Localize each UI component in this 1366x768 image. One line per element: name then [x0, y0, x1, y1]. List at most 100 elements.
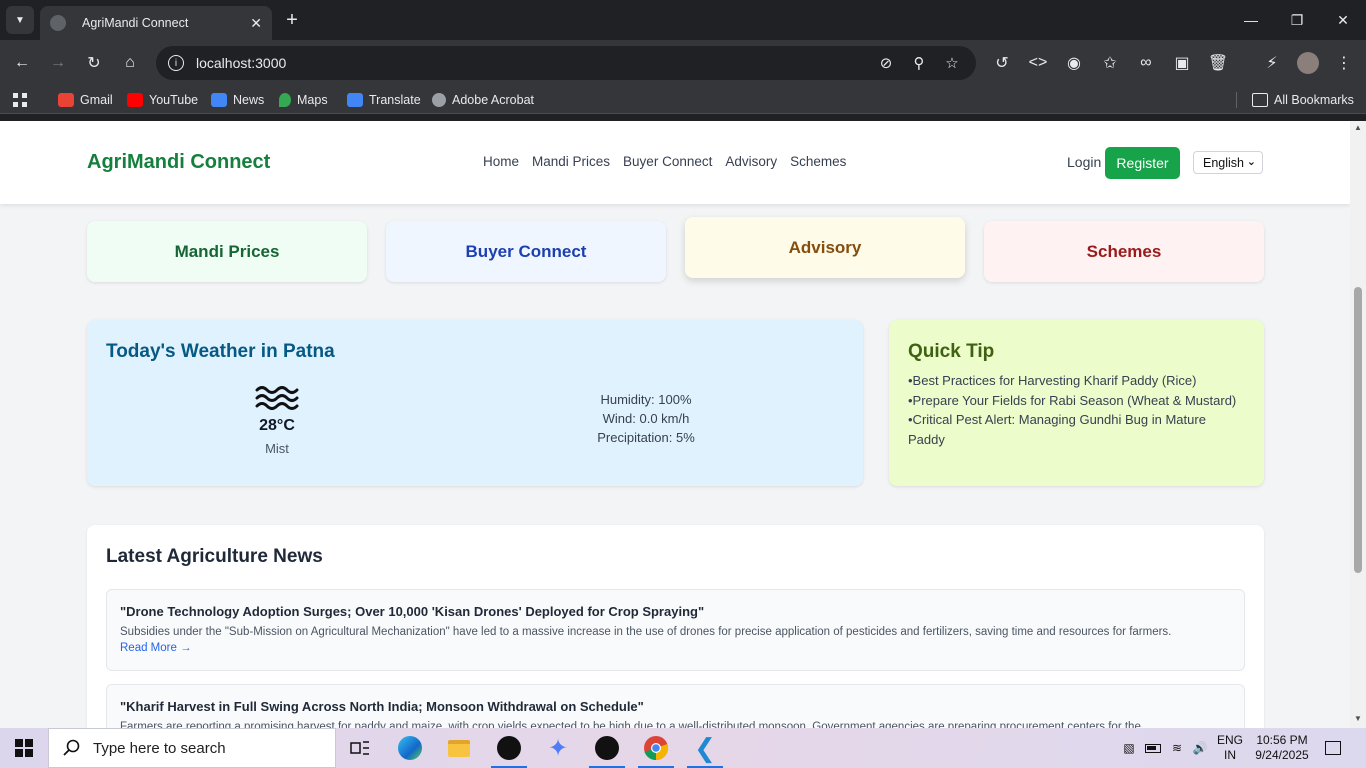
card-schemes[interactable]: Schemes: [984, 221, 1264, 282]
news-summary: Subsidies under the "Sub-Mission on Agri…: [120, 626, 1172, 638]
gemini-icon[interactable]: ✦: [534, 728, 582, 768]
bookmark-youtube[interactable]: YouTube: [127, 91, 198, 109]
task-view-icon[interactable]: [336, 728, 384, 768]
tip-item: •Prepare Your Fields for Rabi Season (Wh…: [908, 392, 1237, 408]
chatgpt-icon[interactable]: [485, 728, 533, 768]
news-icon: [211, 93, 227, 107]
incognito-icon[interactable]: ◉: [1060, 49, 1088, 77]
card-advisory[interactable]: Advisory: [685, 217, 965, 278]
taskbar: Type here to search ✦ ❮ ▧ ≋ 🔊 ENG IN 10:…: [0, 728, 1366, 768]
clock[interactable]: 10:56 PM 9/24/2025: [1252, 728, 1312, 768]
language-select[interactable]: English ⌄: [1193, 151, 1263, 174]
tab-title: AgriMandi Connect: [82, 16, 189, 30]
meet-now-icon[interactable]: ▧: [1118, 728, 1140, 768]
page-scrollbar[interactable]: ▲ ▼: [1350, 121, 1366, 728]
nav-schemes[interactable]: Schemes: [790, 154, 846, 169]
favorites-icon[interactable]: ✩: [1096, 49, 1124, 77]
chevron-down-icon: ▼: [15, 14, 25, 26]
bookmark-news[interactable]: News: [211, 91, 264, 109]
link-icon[interactable]: ∞: [1132, 49, 1160, 77]
bookmark-translate[interactable]: Translate: [347, 91, 421, 109]
tab-search-button[interactable]: ▼: [6, 6, 34, 34]
quick-tip-card: Quick Tip •Best Practices for Harvesting…: [889, 320, 1264, 486]
bookmarks-bar: Gmail YouTube News Maps Translate Adobe …: [0, 86, 1366, 114]
folder-icon: [1252, 93, 1268, 107]
quick-tip-title: Quick Tip: [908, 341, 995, 362]
taskbar-search[interactable]: Type here to search: [48, 728, 336, 768]
quick-tip-list: •Best Practices for Harvesting Kharif Pa…: [908, 371, 1238, 449]
brand-logo[interactable]: AgriMandi Connect: [87, 151, 270, 174]
volume-icon[interactable]: 🔊: [1189, 728, 1211, 768]
forward-icon[interactable]: →: [44, 49, 72, 77]
browser-tab[interactable]: AgriMandi Connect ✕: [40, 6, 272, 40]
apps-icon[interactable]: [12, 91, 28, 109]
register-button[interactable]: Register: [1105, 147, 1180, 179]
time: 10:56 PM: [1256, 733, 1308, 747]
news-item: "Kharif Harvest in Full Swing Across Nor…: [106, 684, 1245, 728]
nav-mandi-prices[interactable]: Mandi Prices: [532, 154, 610, 169]
humidity: Humidity: 100%: [600, 392, 692, 407]
gmail-icon: [58, 93, 74, 107]
github-icon[interactable]: [583, 728, 631, 768]
globe-icon: [432, 93, 446, 107]
tracking-off-icon[interactable]: ⊘: [876, 53, 896, 73]
windows-start-icon[interactable]: [0, 728, 48, 768]
bookmark-gmail[interactable]: Gmail: [58, 91, 113, 109]
mist-icon: [255, 386, 299, 410]
translate-icon: [347, 93, 363, 107]
vscode-icon[interactable]: ❮: [681, 728, 729, 768]
weather-card: Today's Weather in Patna 28°C Mist Humid…: [87, 320, 863, 486]
window-close-button[interactable]: ✕: [1320, 0, 1366, 40]
maps-icon: [279, 93, 291, 107]
date: 9/24/2025: [1255, 748, 1309, 762]
reload-icon[interactable]: ↻: [80, 49, 108, 77]
scrollbar-thumb[interactable]: [1354, 287, 1362, 573]
history-icon[interactable]: ↺: [988, 49, 1016, 77]
all-bookmarks-button[interactable]: All Bookmarks: [1252, 91, 1354, 109]
wind: Wind: 0.0 km/h: [602, 411, 690, 426]
battery-icon[interactable]: [1142, 728, 1164, 768]
home-icon[interactable]: ⌂: [116, 49, 144, 77]
site-info-icon[interactable]: i: [168, 55, 184, 71]
file-explorer-icon[interactable]: [435, 728, 483, 768]
news-title: Latest Agriculture News: [106, 546, 323, 567]
close-icon[interactable]: ✕: [250, 15, 262, 32]
performance-icon[interactable]: ⚡: [1258, 49, 1286, 77]
back-icon[interactable]: ←: [8, 49, 36, 77]
login-link[interactable]: Login: [1067, 154, 1101, 170]
bookmark-adobe-acrobat[interactable]: Adobe Acrobat: [432, 91, 534, 109]
notifications-icon[interactable]: [1320, 728, 1346, 768]
nav-advisory[interactable]: Advisory: [725, 154, 777, 169]
bookmark-maps[interactable]: Maps: [279, 91, 328, 109]
profile-avatar[interactable]: [1294, 49, 1322, 77]
restore-button[interactable]: ❐: [1274, 0, 1320, 40]
site-header: AgriMandi Connect Home Mandi Prices Buye…: [0, 121, 1350, 204]
new-tab-button[interactable]: +: [280, 8, 304, 32]
card-mandi-prices[interactable]: Mandi Prices: [87, 221, 367, 282]
wifi-icon[interactable]: ≋: [1166, 728, 1188, 768]
read-more-link[interactable]: Read More →: [120, 642, 1231, 654]
weather-stats: Humidity: 100% Wind: 0.0 km/h Precipitat…: [546, 390, 746, 447]
star-icon[interactable]: ☆: [942, 53, 962, 73]
chrome-icon[interactable]: [632, 728, 680, 768]
edge-icon[interactable]: [386, 728, 434, 768]
nav-home[interactable]: Home: [483, 154, 519, 169]
divider: [1236, 92, 1237, 108]
browser-tab-strip: ▼ AgriMandi Connect ✕ + — ❐ ✕: [0, 0, 1366, 40]
address-bar[interactable]: i localhost:3000 ⊘ ⚲ ☆: [156, 46, 976, 80]
page-viewport: AgriMandi Connect Home Mandi Prices Buye…: [0, 121, 1350, 728]
main-nav: Home Mandi Prices Buyer Connect Advisory…: [483, 154, 846, 169]
language-indicator[interactable]: ENG IN: [1212, 728, 1248, 768]
scroll-down-icon[interactable]: ▼: [1353, 714, 1363, 723]
trash-icon[interactable]: 🗑: [1204, 49, 1232, 77]
language-value: English: [1203, 155, 1244, 170]
menu-icon[interactable]: ⋮: [1330, 49, 1358, 77]
minimize-button[interactable]: —: [1228, 0, 1274, 40]
scroll-up-icon[interactable]: ▲: [1353, 123, 1363, 132]
nav-buyer-connect[interactable]: Buyer Connect: [623, 154, 712, 169]
weather-title: Today's Weather in Patna: [106, 341, 335, 362]
card-buyer-connect[interactable]: Buyer Connect: [386, 221, 666, 282]
code-icon[interactable]: <>: [1024, 49, 1052, 77]
zoom-icon[interactable]: ⚲: [909, 53, 929, 73]
devices-icon[interactable]: ▣: [1168, 49, 1196, 77]
